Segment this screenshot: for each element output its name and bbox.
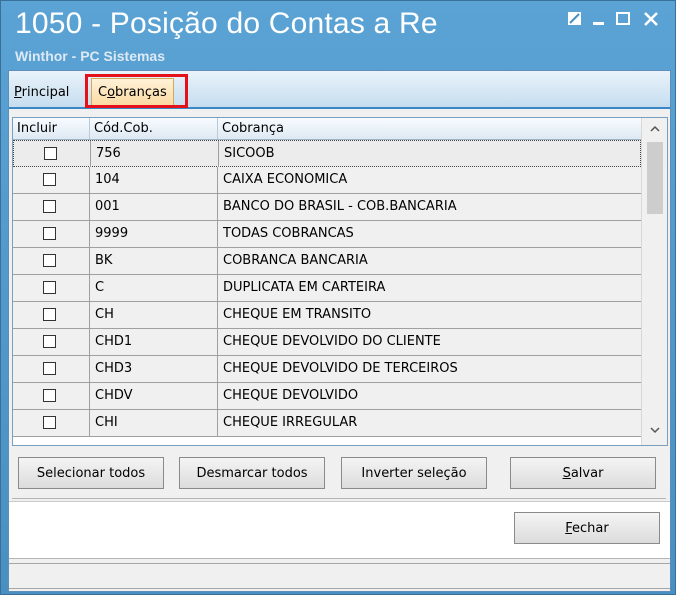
scroll-down-icon[interactable] xyxy=(649,424,661,436)
cobranca-cell: CHEQUE DEVOLVIDO xyxy=(223,388,359,403)
incluir-cell xyxy=(13,410,90,436)
table-row[interactable]: BK COBRANCA BANCARIA xyxy=(13,248,641,275)
app-window: 1050 - Posição do Contas a Re Winthor - … xyxy=(0,0,676,595)
incluir-cell xyxy=(13,167,90,193)
table-row[interactable]: 9999 TODAS COBRANCAS xyxy=(13,221,641,248)
cobranca-cell: CHEQUE DEVOLVIDO DO CLIENTE xyxy=(223,334,441,349)
incluir-cell xyxy=(13,302,90,328)
table-row[interactable]: 756 SICOOB xyxy=(13,140,641,167)
cobranca-cell: CAIXA ECONOMICA xyxy=(223,172,348,187)
include-checkbox[interactable] xyxy=(43,254,56,267)
restore-icon[interactable] xyxy=(565,9,585,29)
table-row[interactable]: CHDV CHEQUE DEVOLVIDO xyxy=(13,383,641,410)
cobrancas-grid: Incluir Cód.Cob. Cobrança 756 SICOOB 104 CA… xyxy=(12,117,668,446)
incluir-cell xyxy=(13,275,90,301)
cobranca-cell: TODAS COBRANCAS xyxy=(223,226,354,241)
cod-cob-cell: 104 xyxy=(90,167,218,193)
include-checkbox[interactable] xyxy=(43,335,56,348)
grid-header: Incluir Cód.Cob. Cobrança xyxy=(13,118,641,140)
vertical-scrollbar[interactable] xyxy=(641,118,667,445)
minimize-icon[interactable] xyxy=(589,9,609,29)
cod-cob-cell: BK xyxy=(90,248,218,274)
cobranca-cell: COBRANCA BANCARIA xyxy=(223,253,368,268)
incluir-cell xyxy=(13,329,90,355)
cod-cob-cell: 001 xyxy=(90,194,218,220)
bottom-panel: Fechar xyxy=(9,501,670,559)
close-icon[interactable] xyxy=(641,9,661,29)
include-checkbox[interactable] xyxy=(43,308,56,321)
table-row[interactable]: CHD3 CHEQUE DEVOLVIDO DE TERCEIROS xyxy=(13,356,641,383)
scroll-up-icon[interactable] xyxy=(649,123,661,135)
cod-cob-cell: 756 xyxy=(91,141,219,167)
action-bar: Selecionar todos Desmarcar todos Inverte… xyxy=(12,449,666,499)
deselect-all-button[interactable]: Desmarcar todos xyxy=(179,457,325,489)
table-row[interactable]: 104 CAIXA ECONOMICA xyxy=(13,167,641,194)
table-row[interactable]: CHI CHEQUE IRREGULAR xyxy=(13,410,641,437)
include-checkbox[interactable] xyxy=(43,281,56,294)
cod-cob-cell: CHDV xyxy=(90,383,218,409)
maximize-icon[interactable] xyxy=(613,9,633,29)
grid-rows: 756 SICOOB 104 CAIXA ECONOMICA 001 BANCO DO B… xyxy=(13,140,641,437)
cod-cob-cell: CHD1 xyxy=(90,329,218,355)
column-incluir[interactable]: Incluir xyxy=(13,118,90,139)
window-title: 1050 - Posição do Contas a Re xyxy=(15,7,438,40)
include-checkbox[interactable] xyxy=(43,227,56,240)
close-button[interactable]: Fechar xyxy=(514,512,660,544)
table-row[interactable]: CH CHEQUE EM TRANSITO xyxy=(13,302,641,329)
status-bar xyxy=(9,563,670,589)
save-button[interactable]: Salvar xyxy=(510,457,656,489)
tab-principal[interactable]: Principal xyxy=(12,81,71,105)
include-checkbox[interactable] xyxy=(43,389,56,402)
cobranca-cell: CHEQUE DEVOLVIDO DE TERCEIROS xyxy=(223,361,458,376)
client-area: Principal Cobranças Incluir Cód.Cob. Cob… xyxy=(8,70,671,592)
cobranca-cell: CHEQUE EM TRANSITO xyxy=(223,307,372,322)
cobranca-cell: SICOOB xyxy=(224,146,275,161)
table-row[interactable]: CHD1 CHEQUE DEVOLVIDO DO CLIENTE xyxy=(13,329,641,356)
incluir-cell xyxy=(13,383,90,409)
incluir-cell xyxy=(13,248,90,274)
cod-cob-cell: 9999 xyxy=(90,221,218,247)
table-row[interactable]: C DUPLICATA EM CARTEIRA xyxy=(13,275,641,302)
cobranca-cell: DUPLICATA EM CARTEIRA xyxy=(223,280,386,295)
incluir-cell xyxy=(13,356,90,382)
include-checkbox[interactable] xyxy=(43,173,56,186)
include-checkbox[interactable] xyxy=(43,362,56,375)
incluir-cell xyxy=(13,221,90,247)
invert-selection-button[interactable]: Inverter seleção xyxy=(341,457,487,489)
tab-strip: Principal Cobranças xyxy=(9,71,670,109)
table-row[interactable]: 001 BANCO DO BRASIL - COB.BANCARIA xyxy=(13,194,641,221)
column-cod-cob[interactable]: Cód.Cob. xyxy=(90,118,218,139)
include-checkbox[interactable] xyxy=(43,416,56,429)
select-all-button[interactable]: Selecionar todos xyxy=(18,457,164,489)
cod-cob-cell: C xyxy=(90,275,218,301)
incluir-cell xyxy=(13,194,90,220)
column-cobranca[interactable]: Cobrança xyxy=(218,118,641,139)
cod-cob-cell: CH xyxy=(90,302,218,328)
incluir-cell xyxy=(14,141,91,167)
scroll-thumb[interactable] xyxy=(647,142,663,214)
title-bar[interactable]: 1050 - Posição do Contas a Re Winthor - … xyxy=(1,1,675,69)
window-subtitle: Winthor - PC Sistemas xyxy=(15,48,166,64)
include-checkbox[interactable] xyxy=(43,200,56,213)
cobranca-cell: BANCO DO BRASIL - COB.BANCARIA xyxy=(223,199,457,214)
cod-cob-cell: CHD3 xyxy=(90,356,218,382)
cod-cob-cell: CHI xyxy=(90,410,218,436)
highlight-box xyxy=(85,74,188,108)
cobranca-cell: CHEQUE IRREGULAR xyxy=(223,415,358,430)
include-checkbox[interactable] xyxy=(44,147,57,160)
